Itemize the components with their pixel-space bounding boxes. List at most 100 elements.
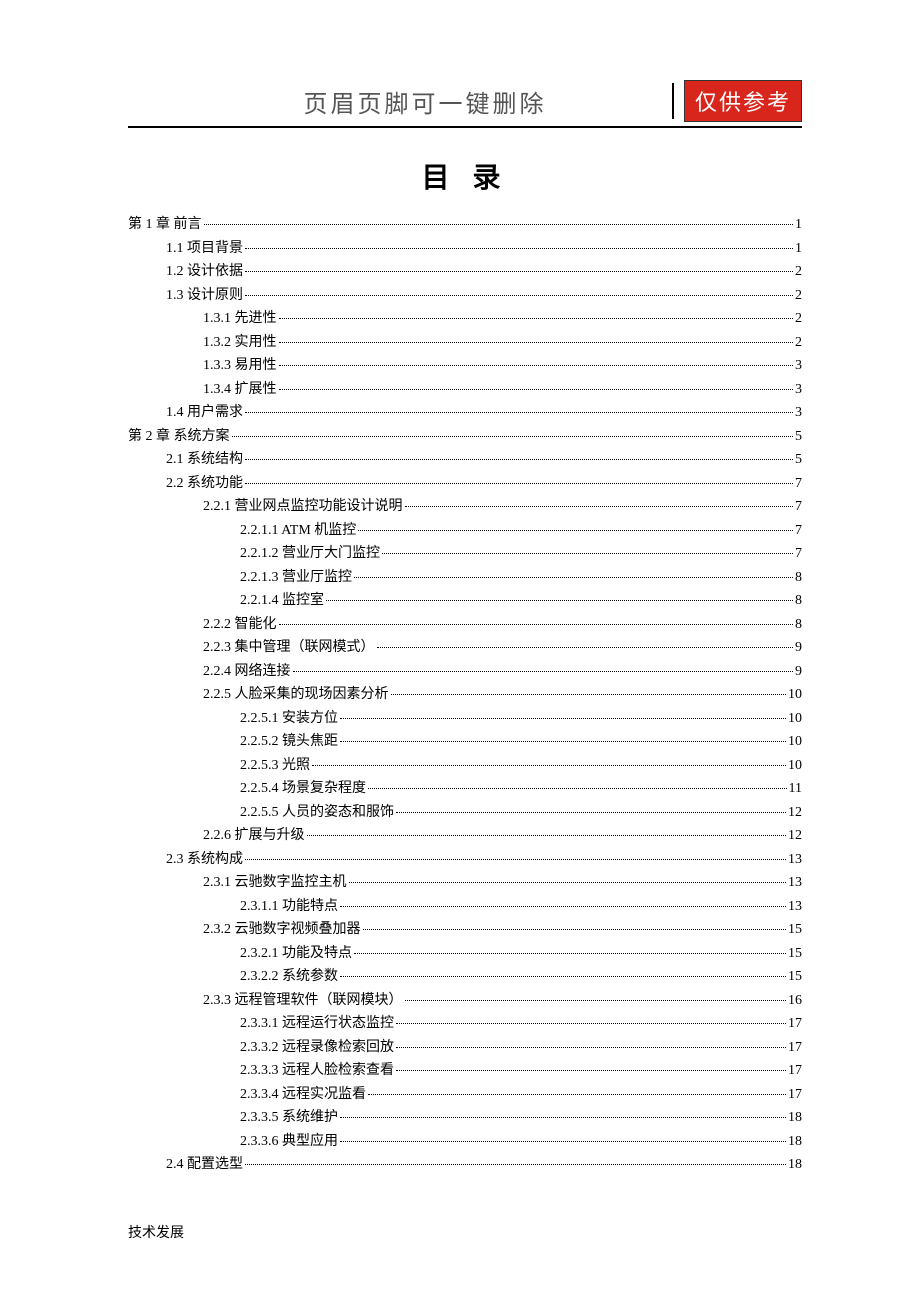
toc-entry-label: 2.2.5.2 镜头焦距	[240, 735, 338, 749]
toc-entry: 2.2.1 营业网点监控功能设计说明7	[128, 500, 802, 514]
toc-entry-label: 2.2.5.5 人员的姿态和服饰	[240, 806, 394, 820]
toc-entry-page: 15	[788, 923, 802, 937]
toc-leader-dots	[354, 953, 786, 954]
toc-entry-page: 17	[788, 1017, 802, 1031]
toc-entry: 2.3.3.5 系统维护18	[128, 1111, 802, 1125]
toc-leader-dots	[340, 718, 786, 719]
toc-entry-page: 12	[788, 806, 802, 820]
toc-entry: 2.2.5.3 光照10	[128, 759, 802, 773]
toc-entry-page: 8	[795, 571, 802, 585]
toc-entry-page: 9	[795, 641, 802, 655]
toc-leader-dots	[349, 882, 787, 883]
toc-entry: 2.2.4 网络连接 9	[128, 665, 802, 679]
toc-entry-page: 2	[795, 336, 802, 350]
toc-entry: 2.3.3.1 远程运行状态监控17	[128, 1017, 802, 1031]
toc-entry: 2.3.2 云驰数字视频叠加器 15	[128, 923, 802, 937]
toc-entry-page: 10	[788, 735, 802, 749]
toc-entry-label: 2.2.6 扩展与升级	[203, 829, 305, 843]
toc-entry-label: 1.3 设计原则	[166, 289, 243, 303]
toc-leader-dots	[340, 1117, 786, 1118]
toc-leader-dots	[279, 342, 794, 343]
toc-entry-page: 13	[788, 900, 802, 914]
toc-entry-page: 11	[789, 782, 802, 796]
toc-entry-label: 2.3.2.1 功能及特点	[240, 947, 352, 961]
document-page: 页眉页脚可一键删除 仅供参考 目 录 第 1 章 前言11.1 项目背景11.2…	[0, 0, 920, 1222]
toc-entry-page: 5	[795, 453, 802, 467]
toc-leader-dots	[368, 1094, 786, 1095]
toc-entry-page: 10	[788, 759, 802, 773]
toc-entry-page: 10	[788, 688, 802, 702]
table-of-contents: 第 1 章 前言11.1 项目背景11.2 设计依据21.3 设计原则21.3.…	[128, 218, 802, 1172]
toc-entry-label: 2.1 系统结构	[166, 453, 243, 467]
toc-entry-page: 18	[788, 1135, 802, 1149]
toc-entry-label: 2.2.3 集中管理（联网模式）	[203, 641, 375, 655]
toc-entry: 1.2 设计依据2	[128, 265, 802, 279]
toc-entry-page: 3	[795, 406, 802, 420]
toc-entry: 2.2.3 集中管理（联网模式） 9	[128, 641, 802, 655]
toc-entry: 第 2 章 系统方案5	[128, 430, 802, 444]
toc-entry: 2.2 系统功能7	[128, 477, 802, 491]
toc-leader-dots	[396, 1023, 786, 1024]
toc-entry-page: 17	[788, 1088, 802, 1102]
toc-entry-page: 9	[795, 665, 802, 679]
toc-entry-page: 3	[795, 383, 802, 397]
toc-leader-dots	[354, 577, 793, 578]
toc-entry: 2.3.3 远程管理软件（联网模块）16	[128, 994, 802, 1008]
toc-entry-label: 2.3.2.2 系统参数	[240, 970, 338, 984]
toc-entry-label: 2.4 配置选型	[166, 1158, 243, 1172]
toc-entry-label: 2.2.1.3 营业厅监控	[240, 571, 352, 585]
toc-entry-page: 1	[795, 218, 802, 232]
toc-leader-dots	[391, 694, 787, 695]
toc-entry: 2.2.5.1 安装方位10	[128, 712, 802, 726]
toc-entry-page: 7	[795, 500, 802, 514]
toc-entry-label: 2.2.4 网络连接	[203, 665, 291, 679]
toc-entry-label: 2.3.3 远程管理软件（联网模块）	[203, 994, 403, 1008]
toc-leader-dots	[363, 929, 787, 930]
toc-entry: 2.2.1.3 营业厅监控 8	[128, 571, 802, 585]
toc-entry-label: 1.4 用户需求	[166, 406, 243, 420]
toc-entry: 2.3.3.6 典型应用 18	[128, 1135, 802, 1149]
toc-entry-label: 2.2.1.4 监控室	[240, 594, 324, 608]
toc-entry-label: 1.3.4 扩展性	[203, 383, 277, 397]
toc-leader-dots	[245, 1164, 786, 1165]
toc-entry: 2.2.5.5 人员的姿态和服饰 12	[128, 806, 802, 820]
toc-leader-dots	[340, 741, 786, 742]
toc-entry-page: 2	[795, 312, 802, 326]
toc-leader-dots	[377, 647, 794, 648]
toc-leader-dots	[245, 483, 793, 484]
toc-entry-page: 13	[788, 853, 802, 867]
toc-entry: 2.3.3.2 远程录像检索回放17	[128, 1041, 802, 1055]
toc-entry: 1.3.3 易用性3	[128, 359, 802, 373]
toc-entry-label: 2.3.2 云驰数字视频叠加器	[203, 923, 361, 937]
toc-entry: 2.2.5.2 镜头焦距 10	[128, 735, 802, 749]
toc-entry: 2.2.1.4 监控室8	[128, 594, 802, 608]
toc-entry-label: 1.2 设计依据	[166, 265, 243, 279]
toc-leader-dots	[368, 788, 787, 789]
page-header: 页眉页脚可一键删除 仅供参考	[128, 80, 802, 128]
toc-entry: 1.3.4 扩展性 3	[128, 383, 802, 397]
toc-entry: 2.3.1.1 功能特点13	[128, 900, 802, 914]
toc-leader-dots	[396, 812, 786, 813]
toc-leader-dots	[405, 1000, 787, 1001]
toc-entry-label: 1.3.1 先进性	[203, 312, 277, 326]
toc-leader-dots	[340, 1141, 786, 1142]
toc-entry-label: 第 1 章 前言	[128, 218, 202, 232]
toc-entry-page: 10	[788, 712, 802, 726]
header-left-text: 页眉页脚可一键删除	[128, 84, 662, 119]
toc-entry: 1.3.2 实用性2	[128, 336, 802, 350]
toc-leader-dots	[279, 624, 794, 625]
toc-title: 目 录	[128, 156, 802, 196]
toc-entry-label: 2.3.3.3 远程人脸检索查看	[240, 1064, 394, 1078]
toc-entry: 2.2.2 智能化8	[128, 618, 802, 632]
toc-leader-dots	[326, 600, 793, 601]
toc-entry-label: 2.3.3.4 远程实况监看	[240, 1088, 366, 1102]
toc-entry-label: 2.3.3.6 典型应用	[240, 1135, 338, 1149]
toc-entry-page: 18	[788, 1158, 802, 1172]
toc-entry: 2.2.5.4 场景复杂程度11	[128, 782, 802, 796]
toc-entry: 2.3.3.4 远程实况监看 17	[128, 1088, 802, 1102]
toc-leader-dots	[279, 365, 794, 366]
toc-entry-page: 17	[788, 1041, 802, 1055]
toc-entry-label: 2.2.5 人脸采集的现场因素分析	[203, 688, 389, 702]
toc-leader-dots	[279, 318, 794, 319]
toc-entry-page: 7	[795, 547, 802, 561]
